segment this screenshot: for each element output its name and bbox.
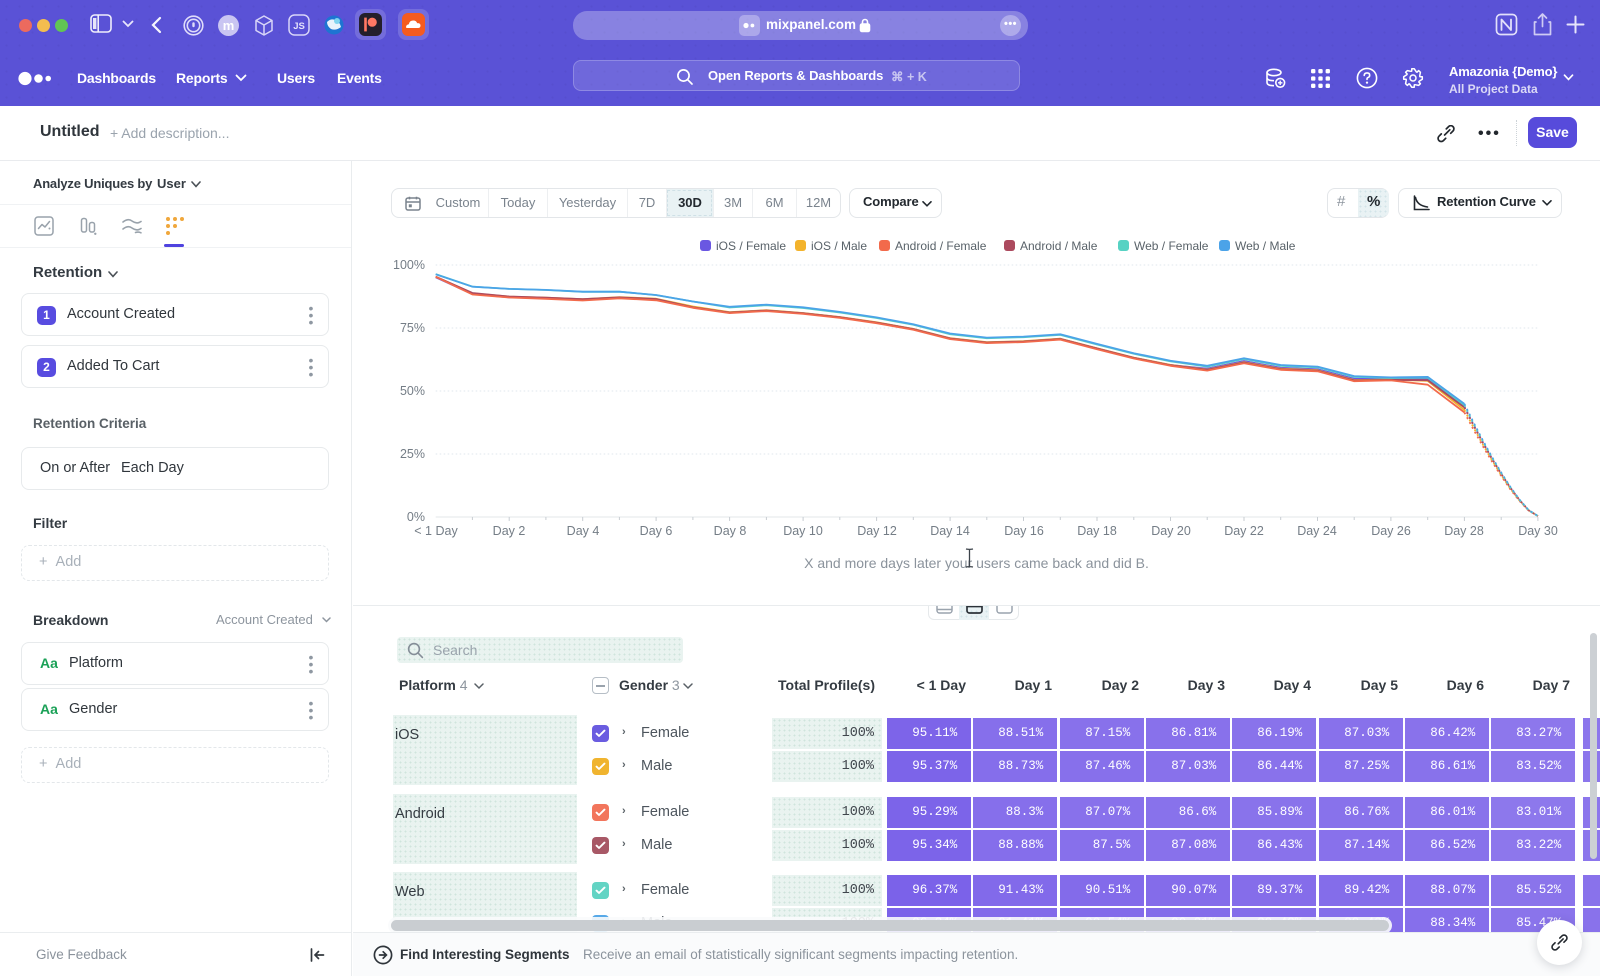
svg-text:JS: JS: [293, 21, 305, 32]
